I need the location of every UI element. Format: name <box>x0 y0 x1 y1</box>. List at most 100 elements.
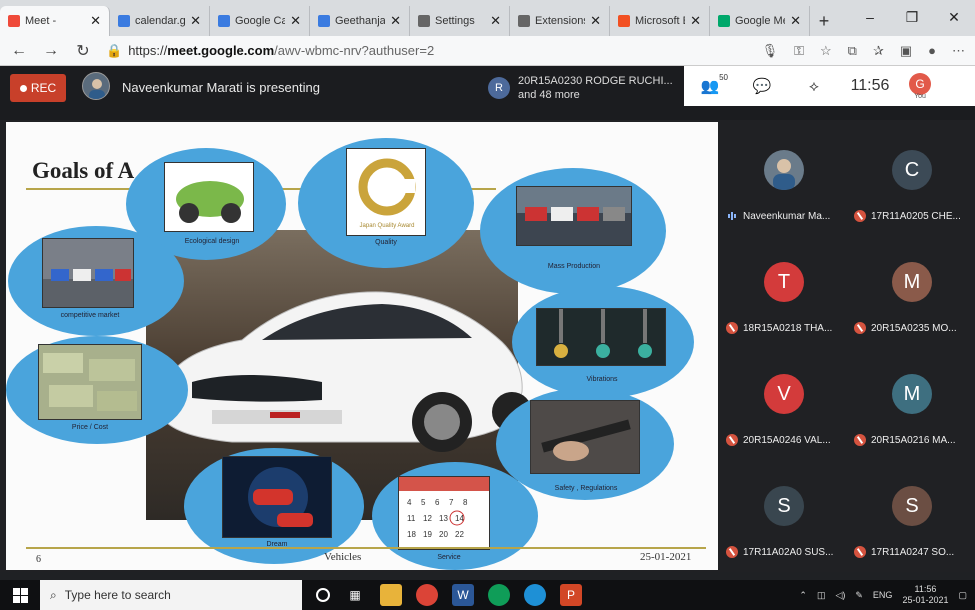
meet-controls: 👥 50 💬 ⟡ 11:56 G You <box>684 66 975 106</box>
participant-tile[interactable]: V 20R15A0246 VAL... <box>720 350 847 462</box>
svg-text:22: 22 <box>455 530 464 539</box>
mic-off-icon <box>854 210 866 222</box>
slide-number: 6 <box>36 554 41 565</box>
self-initial: G <box>909 72 931 95</box>
tab-title: Google Mee <box>735 15 785 27</box>
tab-close-icon[interactable]: ✕ <box>490 13 501 29</box>
car-lot-image <box>516 186 632 246</box>
extension-icon[interactable]: ⧉ <box>848 43 857 59</box>
cortana-icon[interactable] <box>316 588 330 602</box>
reload-icon[interactable]: ↻ <box>74 41 92 61</box>
url-path: /awv-wbmc-nrv?authuser=2 <box>274 43 435 58</box>
favorites-icon[interactable]: ✰ <box>873 43 884 59</box>
participant-avatar: M <box>892 262 932 302</box>
key-icon[interactable]: ⚿ <box>794 43 804 59</box>
svg-text:20: 20 <box>439 530 448 539</box>
url-prefix: https:// <box>128 43 168 58</box>
tab-title: Google Cale <box>235 15 285 27</box>
volume-icon[interactable]: ◁) <box>835 590 845 601</box>
mic-off-icon <box>854 322 866 334</box>
slide-date: 25-01-2021 <box>640 551 692 563</box>
label-quality: Quality <box>375 239 397 246</box>
participant-tile[interactable]: M 20R15A0216 MA... <box>848 350 975 462</box>
tab-title: Settings <box>435 15 475 27</box>
svg-text:6: 6 <box>435 498 440 507</box>
tab-close-icon[interactable]: ✕ <box>790 13 801 29</box>
tab-favicon-icon <box>118 15 130 27</box>
back-icon[interactable]: ← <box>10 42 28 60</box>
recording-badge[interactable]: REC <box>10 74 66 102</box>
participant-tile[interactable]: T 18R15A0218 THA... <box>720 238 847 350</box>
chat-button[interactable]: 💬 <box>736 77 788 95</box>
new-tab-button[interactable]: + <box>810 6 838 36</box>
more-menu-icon[interactable]: ⋯ <box>952 43 965 59</box>
tab-close-icon[interactable]: ✕ <box>90 13 101 29</box>
participant-tile[interactable]: C 17R11A0205 CHE... <box>848 126 975 238</box>
participant-avatar: V <box>764 374 804 414</box>
browser-tab[interactable]: Settings ✕ <box>410 6 510 36</box>
participant-name-row: 20R15A0246 VAL... <box>726 434 846 446</box>
footer-underline <box>26 547 706 549</box>
language-indicator[interactable]: ENG <box>873 590 893 600</box>
speaking-indicator-icon <box>726 210 738 222</box>
taskbar: ⌕ Type here to search ▦ W P ⌃ ◫ ◁) ✎ ENG … <box>0 580 975 610</box>
browser-tab[interactable]: Microsoft E ✕ <box>610 6 710 36</box>
forward-icon[interactable]: → <box>42 42 60 60</box>
self-avatar[interactable]: G You <box>900 72 940 100</box>
participants-grid: Naveenkumar Ma... C 17R11A0205 CHE... T 18R1… <box>720 120 975 572</box>
taskbar-clock[interactable]: 11:56 25-01-2021 <box>902 584 948 606</box>
tab-close-icon[interactable]: ✕ <box>590 13 601 29</box>
word-icon[interactable]: W <box>452 584 474 606</box>
participant-tile[interactable]: S 17R11A0247 SO... <box>848 462 975 574</box>
green-car-image <box>164 162 254 232</box>
chrome-profile-icon[interactable] <box>488 584 510 606</box>
participant-avatar <box>764 150 804 190</box>
label-safety: Safety , Regulations <box>554 485 618 492</box>
people-button[interactable]: 👥 50 <box>684 73 736 95</box>
participant-tile[interactable]: Naveenkumar Ma... <box>720 126 847 238</box>
file-explorer-icon[interactable] <box>380 584 402 606</box>
participant-tile[interactable]: M 20R15A0235 MO... <box>848 238 975 350</box>
chrome-icon[interactable] <box>416 584 438 606</box>
svg-text:12: 12 <box>423 514 432 523</box>
tab-close-icon[interactable]: ✕ <box>290 13 301 29</box>
notifications-icon[interactable]: ▢ <box>958 590 967 601</box>
task-view-icon[interactable]: ▦ <box>344 584 366 606</box>
powerpoint-icon[interactable]: P <box>560 584 582 606</box>
favorite-star-icon[interactable]: ☆ <box>820 43 832 59</box>
edge-icon[interactable] <box>524 584 546 606</box>
label-competitive-market: competitive market <box>60 312 120 319</box>
system-tray: ⌃ ◫ ◁) ✎ ENG 11:56 25-01-2021 ▢ <box>799 580 967 610</box>
browser-tab[interactable]: Extensions ✕ <box>510 6 610 36</box>
participant-tile[interactable]: S 17R11A02A0 SUS... <box>720 462 847 574</box>
browser-tab[interactable]: Google Cale ✕ <box>210 6 310 36</box>
maximize-button[interactable]: ❐ <box>891 0 933 34</box>
activities-button[interactable]: ⟡ <box>788 78 840 95</box>
tab-close-icon[interactable]: ✕ <box>190 13 201 29</box>
browser-tab[interactable]: Google Mee ✕ <box>710 6 810 36</box>
svg-text:4: 4 <box>407 498 412 507</box>
quality-award-image: Japan Quality Award <box>346 148 426 236</box>
address-input[interactable]: 🔒 https://meet.google.com/awv-wbmc-nrv?a… <box>106 43 748 59</box>
participants-chip[interactable]: R 20R15A0230 RODGE RUCHI... and 48 more <box>488 74 673 102</box>
cars-market-image <box>42 238 134 308</box>
participant-avatar: C <box>892 150 932 190</box>
browser-tab[interactable]: calendar.go ✕ <box>110 6 210 36</box>
collections-icon[interactable]: ▣ <box>900 43 912 59</box>
chevron-up-icon[interactable]: ⌃ <box>799 590 807 601</box>
minimize-button[interactable]: – <box>849 0 891 34</box>
close-window-button[interactable]: ✕ <box>933 0 975 34</box>
profile-icon[interactable]: ● <box>928 43 936 59</box>
tab-close-icon[interactable]: ✕ <box>690 13 701 29</box>
slide-footer-text: Vehicles <box>324 551 362 563</box>
participant-name-row: 17R11A0247 SO... <box>854 546 974 558</box>
browser-tab[interactable]: Geethanjali ✕ <box>310 6 410 36</box>
microphone-icon[interactable]: 🎙 <box>762 43 779 59</box>
start-button[interactable] <box>0 587 40 603</box>
pen-icon[interactable]: ✎ <box>855 590 863 601</box>
network-icon[interactable]: ◫ <box>817 590 826 601</box>
tab-close-icon[interactable]: ✕ <box>390 13 401 29</box>
windows-logo-icon <box>12 587 28 603</box>
taskbar-search[interactable]: ⌕ Type here to search <box>40 580 302 610</box>
browser-tab[interactable]: Meet - ✕ <box>0 6 110 36</box>
